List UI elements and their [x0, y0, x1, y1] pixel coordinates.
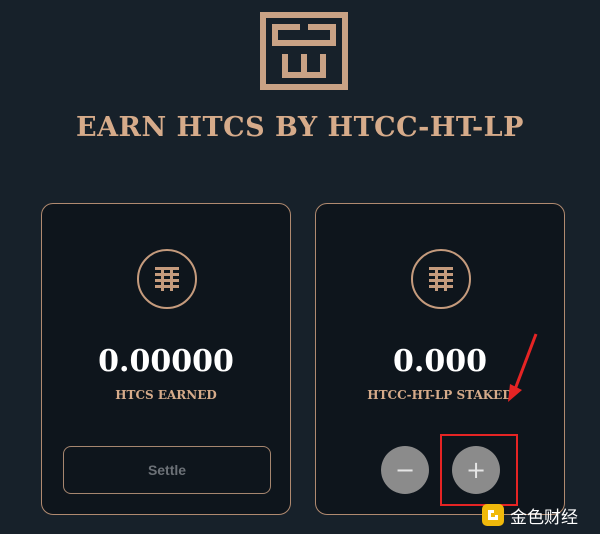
earned-card: 0.00000 HTCS EARNED Settle	[41, 203, 291, 515]
unstake-minus-button[interactable]: −	[381, 446, 429, 494]
htc-logo-icon	[260, 12, 348, 90]
page-title: EARN HTCS BY HTCC-HT-LP	[76, 112, 524, 143]
watermark: 金色财经	[482, 502, 578, 528]
annotation-highlight-box	[440, 434, 518, 506]
earned-value: 0.00000	[98, 344, 234, 379]
earned-label: HTCS EARNED	[115, 388, 217, 402]
coin-icon	[137, 249, 197, 309]
coin-icon	[411, 249, 471, 309]
settle-button[interactable]: Settle	[63, 446, 271, 494]
watermark-logo-icon	[482, 504, 504, 526]
annotation-arrow-icon	[508, 333, 538, 402]
watermark-text: 金色财经	[510, 507, 578, 528]
